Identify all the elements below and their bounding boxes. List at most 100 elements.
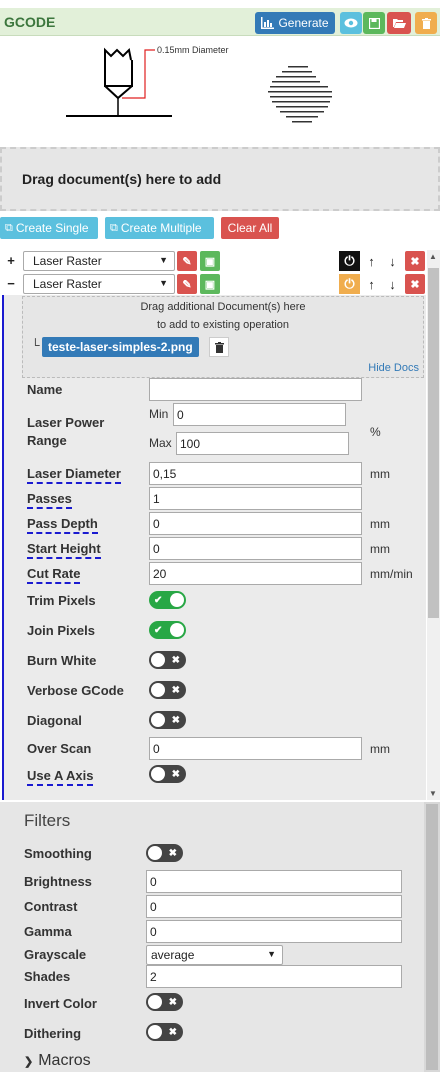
filters-scrollbar[interactable]: [424, 802, 440, 1072]
generate-label: Generate: [278, 16, 329, 30]
trash-icon: [421, 17, 431, 29]
verbose-gcode-toggle[interactable]: ✖: [149, 681, 186, 699]
close-icon: ✖: [410, 278, 420, 291]
magic-wand-button[interactable]: ✎: [177, 251, 197, 271]
contrast-input[interactable]: 0: [146, 895, 402, 918]
macros-toggle[interactable]: ❯ Macros: [24, 1052, 91, 1070]
pass-depth-label: Pass Depth: [27, 516, 98, 534]
gamma-input[interactable]: 0: [146, 920, 402, 943]
scrollbar-thumb[interactable]: [426, 804, 438, 1070]
arrow-down-icon: ↓: [389, 253, 396, 269]
shades-input[interactable]: 2: [146, 965, 402, 988]
invert-color-label: Invert Color: [24, 996, 97, 1011]
operation-row-1: + Laser Raster ▼ ✎ ▣ ⏻ ↑ ↓ ✖: [0, 250, 428, 272]
power-toggle-button[interactable]: ⏻: [339, 274, 360, 294]
doc-drop-line-1: Drag additional Document(s) here: [140, 301, 306, 313]
create-multiple-button[interactable]: ⧉ Create Multiple: [105, 217, 214, 239]
move-down-button[interactable]: ↓: [382, 274, 403, 294]
magic-wand-icon: ✎: [182, 255, 192, 268]
dropdown-arrow-icon: ▼: [159, 278, 168, 288]
filters-title: Filters: [24, 811, 71, 830]
dithering-label: Dithering: [24, 1026, 82, 1041]
burn-white-label: Burn White: [27, 653, 97, 668]
expand-icon[interactable]: +: [4, 250, 18, 270]
operation-type-select[interactable]: Laser Raster ▼: [23, 251, 175, 271]
join-pixels-toggle[interactable]: ✔: [149, 621, 186, 639]
dropdown-arrow-icon: ▼: [159, 255, 168, 265]
remove-doc-button[interactable]: [209, 337, 229, 357]
magic-wand-button[interactable]: ✎: [177, 274, 197, 294]
save-gcode-button[interactable]: [363, 12, 385, 34]
laser-illustration: 0.15mm Diameter: [0, 36, 440, 144]
hide-docs-link[interactable]: Hide Docs: [368, 362, 419, 374]
pass-depth-input[interactable]: 0: [149, 512, 362, 535]
clear-all-button[interactable]: Clear All: [221, 217, 279, 239]
passes-input[interactable]: 1: [149, 487, 362, 510]
save-operation-button[interactable]: ▣: [200, 274, 220, 294]
operation-type-select[interactable]: Laser Raster ▼: [23, 274, 175, 294]
open-folder-button[interactable]: [387, 12, 411, 34]
smoothing-label: Smoothing: [24, 846, 92, 861]
remove-operation-button[interactable]: ✖: [405, 274, 425, 294]
document-drop-area[interactable]: Drag additional Document(s) here to add …: [22, 296, 424, 378]
diagonal-label: Diagonal: [27, 713, 82, 728]
scrollbar-thumb[interactable]: [428, 268, 439, 618]
laser-power-label-2: Range: [27, 433, 67, 448]
operations-scrollbar[interactable]: ▲ ▼: [427, 250, 440, 800]
chart-icon: [261, 17, 275, 29]
contrast-label: Contrast: [24, 899, 78, 914]
dropdown-arrow-icon: ▼: [267, 949, 276, 959]
remove-operation-button[interactable]: ✖: [405, 251, 425, 271]
magic-wand-icon: ✎: [182, 278, 192, 291]
dithering-toggle[interactable]: ✖: [146, 1023, 183, 1041]
smoothing-toggle[interactable]: ✖: [146, 844, 183, 862]
invert-color-toggle[interactable]: ✖: [146, 993, 183, 1011]
x-icon: ✖: [171, 684, 180, 696]
save-operation-button[interactable]: ▣: [200, 251, 220, 271]
use-a-axis-toggle[interactable]: ✖: [149, 765, 186, 783]
cut-rate-label: Cut Rate: [27, 566, 81, 584]
arrow-down-icon: ↓: [389, 276, 396, 292]
name-input[interactable]: [149, 378, 362, 401]
over-scan-input[interactable]: 0: [149, 737, 362, 760]
close-icon: ✖: [410, 255, 420, 268]
diagonal-toggle[interactable]: ✖: [149, 711, 186, 729]
document-tag[interactable]: teste-laser-simples-2.png: [42, 337, 199, 357]
laser-diameter-label: Laser Diameter: [27, 466, 121, 484]
create-single-button[interactable]: ⧉ Create Single: [0, 217, 98, 239]
move-down-button[interactable]: ↓: [382, 251, 403, 271]
power-toggle-button[interactable]: ⏻: [339, 251, 360, 271]
create-multiple-label: Create Multiple: [120, 221, 202, 235]
burn-white-toggle[interactable]: ✖: [149, 651, 186, 669]
delete-gcode-button[interactable]: [415, 12, 437, 34]
scroll-down-icon[interactable]: ▼: [429, 789, 437, 798]
move-up-button[interactable]: ↑: [361, 251, 382, 271]
grayscale-select[interactable]: average ▼: [146, 945, 283, 965]
brightness-input[interactable]: 0: [146, 870, 402, 893]
macros-label: Macros: [38, 1052, 91, 1069]
collapse-icon[interactable]: −: [4, 273, 18, 293]
cut-rate-input[interactable]: 20: [149, 562, 362, 585]
save-icon: [368, 17, 380, 29]
start-height-input[interactable]: 0: [149, 537, 362, 560]
scroll-up-icon[interactable]: ▲: [429, 252, 437, 261]
min-label: Min: [149, 407, 169, 421]
save-icon: ▣: [204, 278, 216, 291]
power-min-input[interactable]: 0: [173, 403, 346, 426]
generate-button[interactable]: Generate: [255, 12, 335, 34]
diameter-unit: mm: [370, 467, 390, 481]
x-icon: ✖: [171, 768, 180, 780]
power-max-input[interactable]: 100: [176, 432, 349, 455]
eye-icon: [344, 18, 358, 28]
move-up-button[interactable]: ↑: [361, 274, 382, 294]
add-single-icon: ⧉: [5, 221, 13, 234]
laser-head-diagram: 0.15mm Diameter: [66, 45, 332, 123]
view-button[interactable]: [340, 12, 362, 34]
trim-pixels-toggle[interactable]: ✔: [149, 591, 186, 609]
over-scan-label: Over Scan: [27, 741, 92, 756]
doc-drop-line-2: to add to existing operation: [156, 319, 290, 331]
x-icon: ✖: [168, 1026, 177, 1038]
start-height-unit: mm: [370, 542, 390, 556]
laser-diameter-input[interactable]: 0,15: [149, 462, 362, 485]
document-drop-zone[interactable]: Drag document(s) here to add: [0, 147, 440, 211]
